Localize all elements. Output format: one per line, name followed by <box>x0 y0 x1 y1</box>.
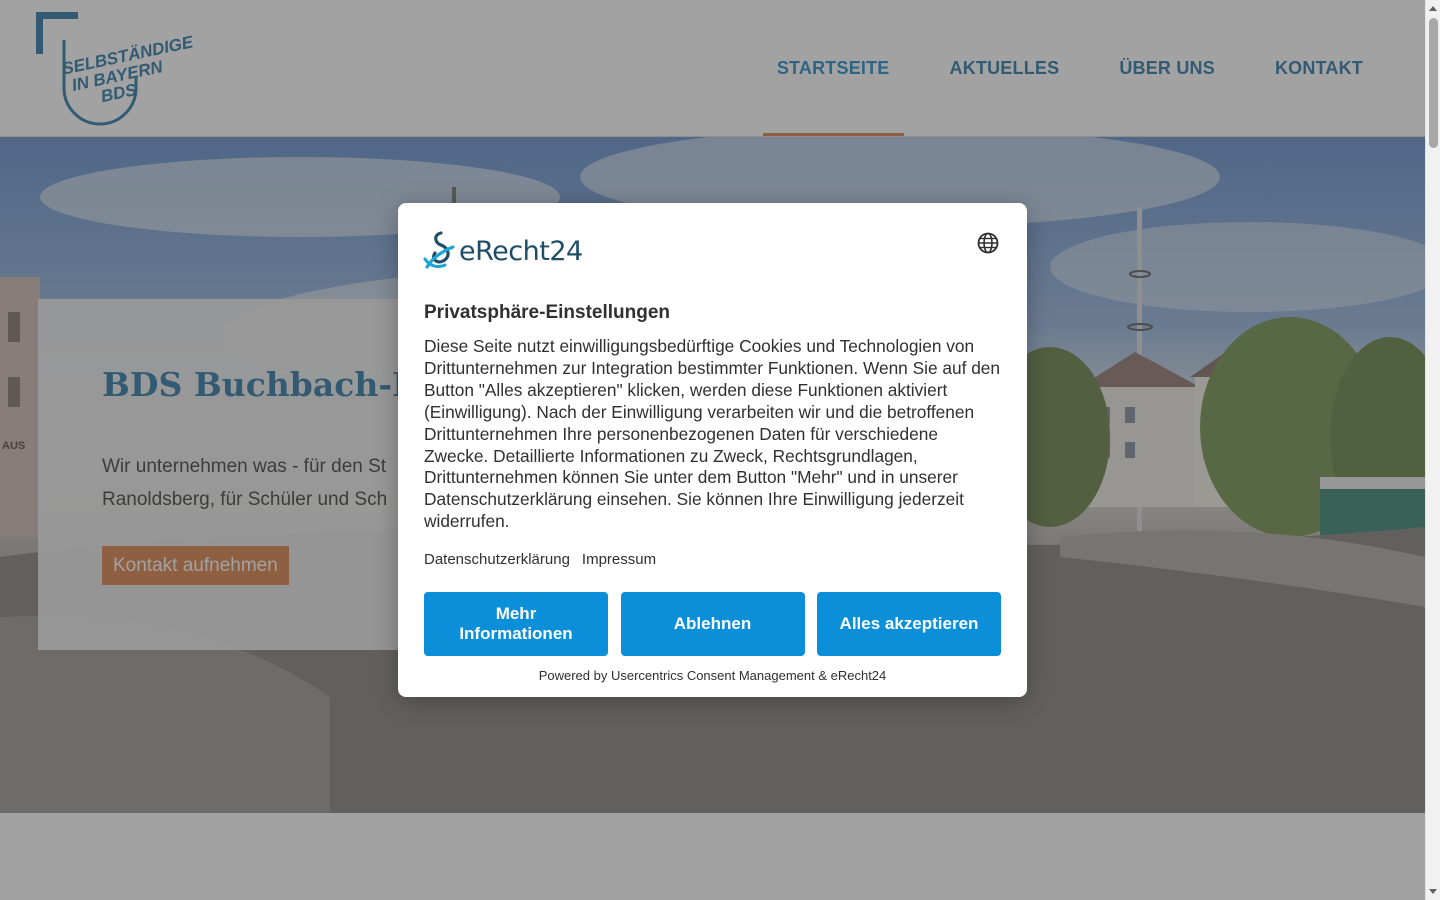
consent-title: Privatsphäre-Einstellungen <box>424 302 671 323</box>
erecht24-logo: eRecht24 <box>423 229 583 273</box>
erecht24-mark-icon <box>423 231 455 269</box>
consent-description: Diese Seite nutzt einwilligungsbedürftig… <box>424 336 1001 532</box>
globe-icon[interactable] <box>976 231 1000 255</box>
scroll-down-arrow-icon[interactable] <box>1429 889 1437 894</box>
consent-dialog: eRecht24 Privatsphäre-Einstellungen Dies… <box>398 203 1027 697</box>
accept-all-button[interactable]: Alles akzeptieren <box>817 592 1001 656</box>
consent-links: Datenschutzerklärung Impressum <box>424 551 668 568</box>
page-scrollbar[interactable] <box>1425 0 1440 900</box>
more-information-button[interactable]: Mehr Informationen <box>424 592 608 656</box>
brand-name: eRecht24 <box>459 235 583 267</box>
consent-buttons: Mehr Informationen Ablehnen Alles akzept… <box>424 592 1001 656</box>
imprint-link[interactable]: Impressum <box>582 551 656 568</box>
scroll-up-arrow-icon[interactable] <box>1429 6 1437 11</box>
privacy-policy-link[interactable]: Datenschutzerklärung <box>424 551 570 568</box>
scrollbar-thumb[interactable] <box>1429 18 1438 148</box>
powered-by-text: Powered by Usercentrics Consent Manageme… <box>538 668 887 683</box>
decline-button[interactable]: Ablehnen <box>620 592 805 656</box>
